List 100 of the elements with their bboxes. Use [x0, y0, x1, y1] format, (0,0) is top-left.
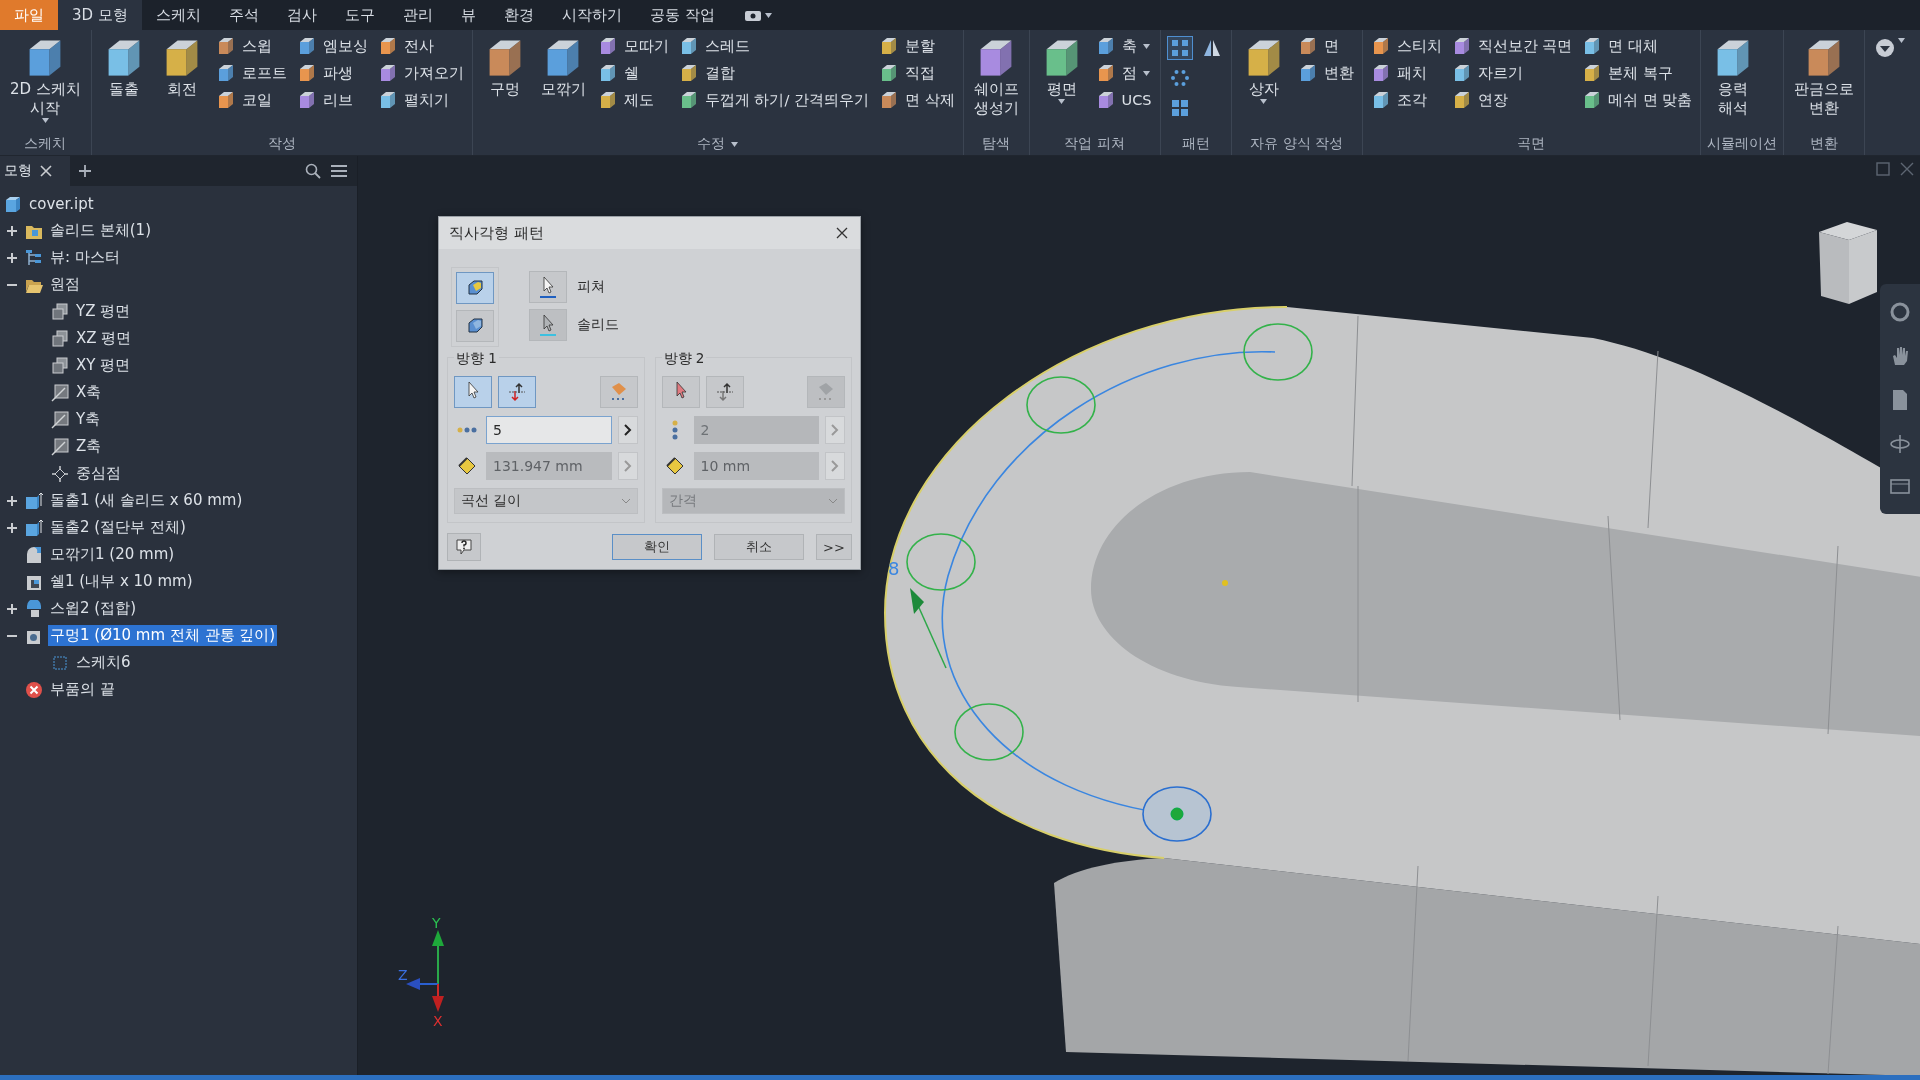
browser-tab[interactable]: 모형 [0, 156, 70, 186]
ribbon-button[interactable]: 모깎기 [536, 34, 590, 101]
ribbon-button[interactable]: 점 [1093, 61, 1154, 85]
tree-item[interactable]: 중심점 [74, 463, 123, 484]
ribbon-button[interactable]: 구멍 [478, 34, 531, 101]
tree-item[interactable]: 스윕2 (접합) [48, 598, 138, 619]
tree-item[interactable]: 구멍1 (Ø10 mm 전체 관통 깊이) [48, 625, 278, 646]
search-icon[interactable] [305, 163, 321, 179]
ribbon-button[interactable]: 스윕 [213, 34, 289, 58]
ribbon-button[interactable]: 코일 [213, 88, 289, 112]
ribbon-button[interactable]: 결합 [676, 61, 871, 85]
ribbon-button[interactable]: 패치 [1368, 61, 1444, 85]
tree-item[interactable]: 돌출2 (절단부 전체) [48, 517, 188, 538]
tree-item[interactable]: X축 [74, 382, 104, 403]
tree-item[interactable]: 돌출1 (새 솔리드 x 60 mm) [48, 490, 245, 511]
tree-item[interactable]: 솔리드 본체(1) [48, 220, 153, 241]
tree-item[interactable]: 스케치6 [74, 652, 133, 673]
method-dropdown[interactable]: 곡선 길이 [454, 488, 638, 514]
ribbon-button[interactable]: 엠보싱 [294, 34, 370, 58]
ribbon-button[interactable]: 제도 [595, 88, 671, 112]
ribbon-button[interactable]: 면 삭제 [877, 88, 957, 112]
ribbon-button[interactable]: 직선보간 곡면 [1449, 34, 1575, 58]
ribbon-tab[interactable]: 주석 [214, 0, 273, 30]
arrow-button[interactable] [617, 416, 638, 444]
page-icon[interactable] [1890, 389, 1910, 411]
ring-icon[interactable] [1889, 301, 1911, 323]
ribbon-button[interactable]: 파생 [294, 61, 370, 85]
ribbon-button[interactable]: 응력 해석 [1707, 34, 1760, 120]
plus-icon[interactable] [6, 224, 18, 237]
select-button[interactable] [529, 271, 567, 303]
ribbon-button[interactable]: 연장 [1449, 88, 1575, 112]
ribbon-button[interactable]: 상자 [1237, 34, 1290, 106]
orbit-icon[interactable] [1889, 433, 1911, 455]
tree-item[interactable]: YZ 평면 [74, 301, 133, 322]
tree-item[interactable]: 모깎기1 (20 mm) [48, 544, 177, 565]
ribbon-button[interactable]: 메쉬 면 맞춤 [1580, 88, 1695, 112]
ribbon-tab[interactable]: 검사 [272, 0, 331, 30]
ribbon-button[interactable]: 자르기 [1449, 61, 1575, 85]
tree-item[interactable]: 원점 [48, 274, 82, 295]
close-button[interactable] [834, 225, 850, 241]
plus-icon[interactable] [6, 521, 18, 534]
ribbon-button[interactable]: 2D 스케치 시작 [6, 34, 85, 125]
ribbon-tab[interactable]: 시작하기 [547, 0, 636, 30]
ribbon-button[interactable]: 스티치 [1368, 34, 1444, 58]
tree-item[interactable]: 부품의 끝 [48, 679, 117, 700]
ribbon-button[interactable]: 쉘 [595, 61, 671, 85]
ribbon-button[interactable]: 평면 [1035, 34, 1088, 106]
ribbon-tab[interactable]: 뷰 [446, 0, 490, 30]
ribbon-button[interactable]: 면 [1295, 34, 1356, 58]
tree-item[interactable]: XY 평면 [74, 355, 133, 376]
ribbon-button[interactable]: 두껍게 하기/ 간격띄우기 [676, 88, 871, 112]
ribbon-button[interactable]: 변환 [1295, 61, 1356, 85]
rectangular-pattern-button[interactable] [1166, 36, 1193, 60]
tree-item[interactable]: 뷰: 마스터 [48, 247, 122, 268]
ribbon-button[interactable]: 가져오기 [375, 61, 466, 85]
plus-icon[interactable] [6, 494, 18, 507]
screen-icon[interactable] [1889, 477, 1911, 497]
flip-button[interactable] [498, 376, 536, 408]
ribbon-tab[interactable]: 3D 모형 [58, 0, 142, 30]
ribbon-button[interactable]: 본체 복구 [1580, 61, 1695, 85]
menu-icon[interactable] [331, 164, 347, 178]
mode-button[interactable] [456, 272, 494, 304]
ribbon-button[interactable]: UCS [1093, 88, 1154, 112]
tree-item[interactable]: 쉘1 (내부 x 10 mm) [48, 571, 195, 592]
down-circle-icon[interactable] [1875, 38, 1896, 58]
ribbon-button[interactable]: 판금으로 변환 [1790, 34, 1859, 120]
mode-button[interactable] [456, 310, 494, 342]
tree-item[interactable]: XZ 평면 [74, 328, 134, 349]
count-field[interactable]: 5 [486, 416, 612, 444]
ribbon-button[interactable]: 회전 [155, 34, 208, 101]
more-button[interactable]: >> [816, 534, 852, 560]
tree-item[interactable]: Y축 [74, 409, 103, 430]
ok-button[interactable]: 확인 [612, 534, 702, 560]
plus-icon[interactable] [6, 251, 18, 264]
tree-item[interactable]: Z축 [74, 436, 104, 457]
ribbon-button[interactable]: 리브 [294, 88, 370, 112]
ribbon-tab[interactable]: 공동 작업 [635, 0, 729, 30]
ribbon-button[interactable]: 쉐이프 생성기 [969, 34, 1023, 120]
ribbon-tab[interactable]: 도구 [330, 0, 389, 30]
ribbon-button[interactable]: 돌출 [97, 34, 150, 101]
ribbon-button[interactable]: 모따기 [595, 34, 671, 58]
help-button[interactable] [447, 533, 481, 561]
ribbon-button[interactable]: 면 대체 [1580, 34, 1695, 58]
ribbon-tab[interactable]: 관리 [388, 0, 447, 30]
ribbon-button[interactable]: 분할 [877, 34, 957, 58]
select-path-button[interactable] [454, 376, 492, 408]
plus-icon[interactable] [78, 164, 92, 178]
ribbon-button[interactable]: 스레드 [676, 34, 871, 58]
ribbon-button[interactable]: 로프트 [213, 61, 289, 85]
cancel-button[interactable]: 취소 [714, 534, 804, 560]
ribbon-tab[interactable]: 스케치 [141, 0, 215, 30]
ribbon-button[interactable]: 전사 [375, 34, 466, 58]
ribbon-tab[interactable]: 환경 [489, 0, 548, 30]
ribbon-button[interactable]: 직접 [877, 61, 957, 85]
plus-icon[interactable] [6, 602, 18, 615]
ribbon-button[interactable]: 축 [1093, 34, 1154, 58]
tree-item[interactable]: cover.ipt [27, 193, 96, 214]
ribbon-button[interactable]: 펼치기 [375, 88, 466, 112]
ribbon-button[interactable]: 조각 [1368, 88, 1444, 112]
camera-icon[interactable] [744, 9, 761, 21]
